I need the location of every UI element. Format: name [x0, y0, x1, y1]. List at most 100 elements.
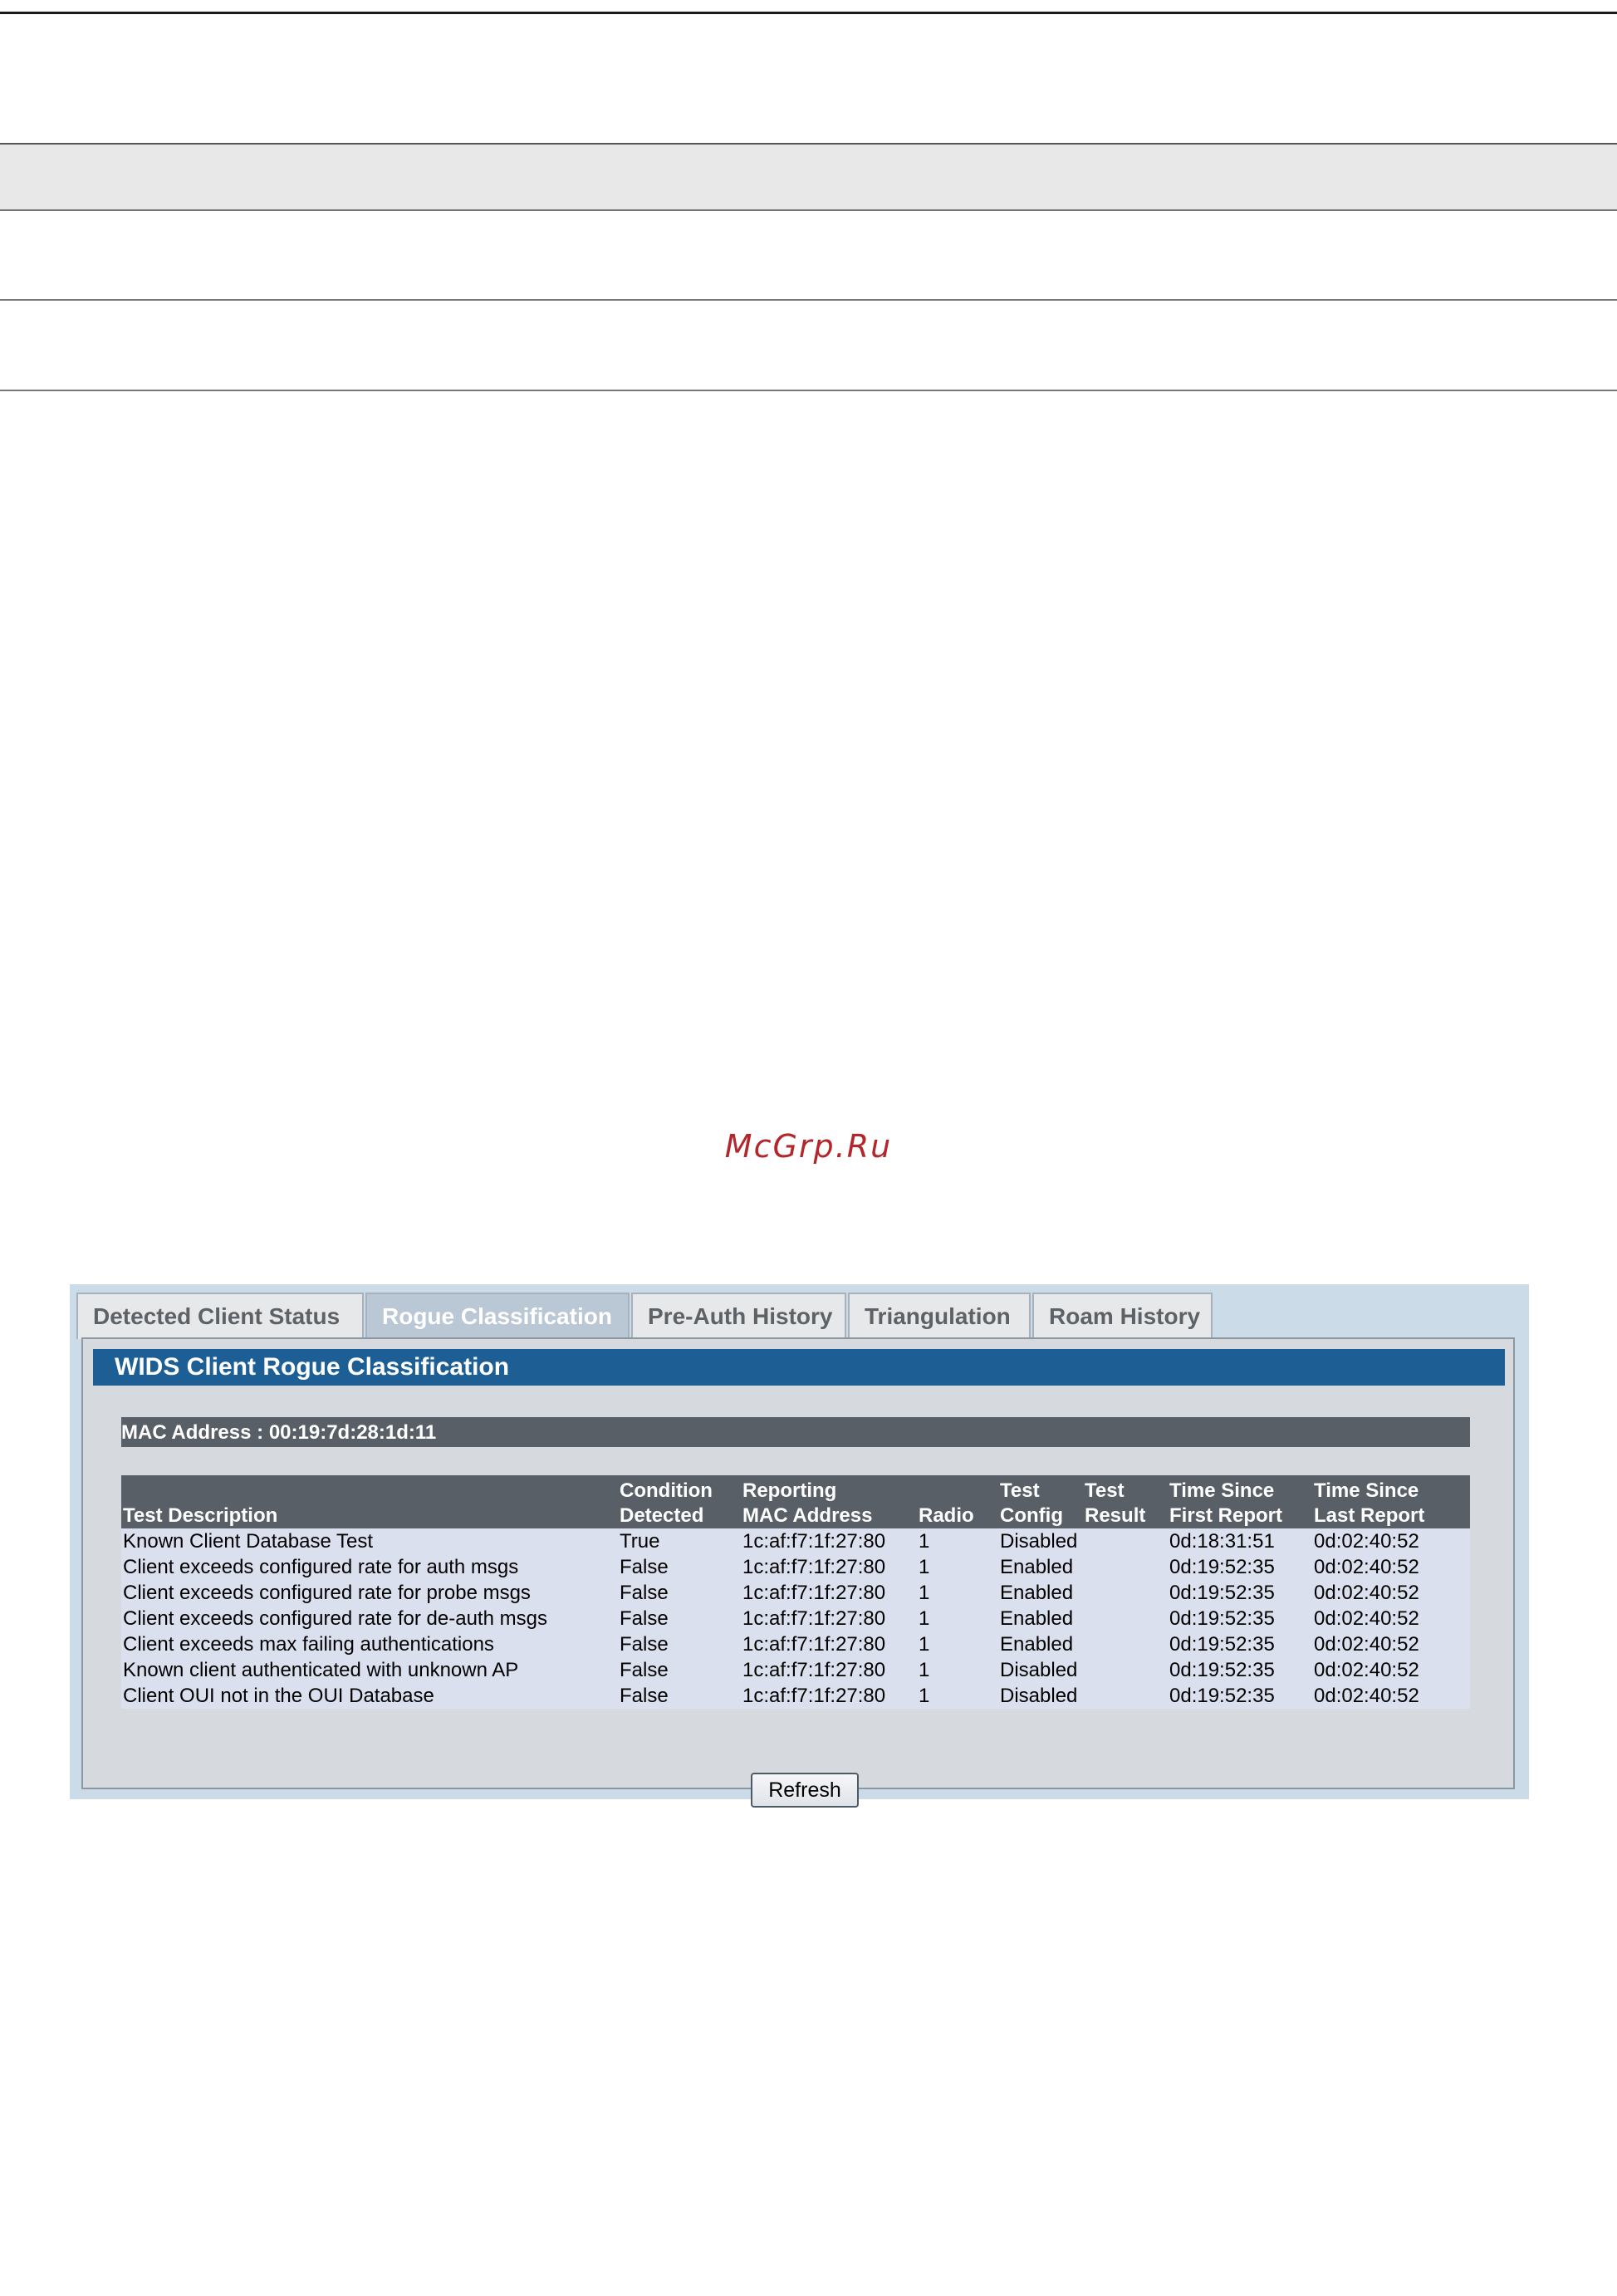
cell-text: Client OUI not in the OUI Database — [123, 1685, 434, 1707]
tab-roam-history[interactable]: Roam History — [1032, 1293, 1213, 1339]
table-cell: 1 — [917, 1631, 998, 1657]
cell-text: 1 — [919, 1685, 930, 1707]
cell-text: 1 — [919, 1530, 930, 1553]
table-row: Client exceeds configured rate for auth … — [121, 1554, 1470, 1580]
cell-text: Client exceeds max failing authenticatio… — [123, 1633, 494, 1656]
cell-text: Enabled — [1000, 1582, 1074, 1604]
table-cell: Enabled — [998, 1606, 1083, 1631]
table-cell: 1 — [917, 1528, 998, 1554]
table-cell: 0d:02:40:52 — [1312, 1606, 1470, 1631]
table-cell: 1 — [917, 1554, 998, 1580]
panel-title: WIDS Client Rogue Classification — [93, 1349, 1505, 1386]
table-cell: 0d:19:52:35 — [1168, 1657, 1312, 1683]
table-cell: False — [618, 1580, 741, 1606]
table-row: Client exceeds configured rate for de-au… — [121, 1606, 1470, 1631]
table-cell: 1c:af:f7:1f:27:80 — [741, 1657, 917, 1683]
cell-text: 1 — [919, 1582, 930, 1604]
divider-rule — [0, 390, 1617, 391]
table-cell: False — [618, 1683, 741, 1709]
column-header-line2: MAC Address — [742, 1504, 873, 1527]
cell-text: Client exceeds configured rate for auth … — [123, 1556, 519, 1578]
cell-text: False — [620, 1659, 669, 1681]
table-cell: 1 — [917, 1580, 998, 1606]
column-header-line2: Test Description — [123, 1504, 278, 1527]
cell-text: 0d:02:40:52 — [1314, 1633, 1419, 1656]
cell-text: Enabled — [1000, 1633, 1074, 1656]
cell-text: 1c:af:f7:1f:27:80 — [742, 1582, 886, 1604]
column-header-line1: Time Since — [1314, 1479, 1419, 1502]
table-cell: 0d:02:40:52 — [1312, 1631, 1470, 1657]
cell-text: True — [620, 1530, 660, 1553]
tab-pre-auth-history[interactable]: Pre-Auth History — [631, 1293, 846, 1339]
table-cell: False — [618, 1554, 741, 1580]
cell-text: False — [620, 1633, 669, 1656]
cell-text: 1c:af:f7:1f:27:80 — [742, 1659, 886, 1681]
table-cell: Known Client Database Test — [121, 1528, 618, 1554]
table-cell: 0d:02:40:52 — [1312, 1554, 1470, 1580]
column-header: Test Config — [998, 1475, 1083, 1528]
table-cell: 0d:19:52:35 — [1168, 1683, 1312, 1709]
table-cell: 1c:af:f7:1f:27:80 — [741, 1683, 917, 1709]
column-header: Time Since Last Report — [1312, 1475, 1470, 1528]
classification-table: Test Description Condition Detected Reporti… — [121, 1475, 1470, 1709]
tab-detected-client-status[interactable]: Detected Client Status — [76, 1293, 364, 1339]
column-header: Test Description — [121, 1475, 618, 1528]
table-cell: 0d:19:52:35 — [1168, 1554, 1312, 1580]
cell-text: Client exceeds configured rate for probe… — [123, 1582, 531, 1604]
classification-table-wrap: Test Description Condition Detected Reporti… — [121, 1475, 1470, 1709]
tab-bar: Detected Client Status Rogue Classificat… — [76, 1293, 1214, 1339]
table-cell: True — [618, 1528, 741, 1554]
table-cell: 0d:02:40:52 — [1312, 1528, 1470, 1554]
table-cell: False — [618, 1657, 741, 1683]
column-header-line2: Radio — [919, 1504, 974, 1527]
refresh-button[interactable]: Refresh — [751, 1773, 859, 1808]
table-cell: False — [618, 1606, 741, 1631]
watermark: McGrp.Ru — [724, 1128, 893, 1165]
table-cell: 1c:af:f7:1f:27:80 — [741, 1631, 917, 1657]
column-header-line2: Config — [1000, 1504, 1063, 1527]
column-header: Reporting MAC Address — [741, 1475, 917, 1528]
table-cell: Disabled — [998, 1683, 1083, 1709]
column-header: Condition Detected — [618, 1475, 741, 1528]
table-cell — [1083, 1528, 1168, 1554]
table-cell: Client exceeds configured rate for probe… — [121, 1580, 618, 1606]
table-cell: 1c:af:f7:1f:27:80 — [741, 1606, 917, 1631]
column-header-line1: Test — [1085, 1479, 1125, 1502]
cell-text: 1 — [919, 1659, 930, 1681]
mac-address-value: 00:19:7d:28:1d:11 — [268, 1421, 437, 1444]
table-cell: 0d:02:40:52 — [1312, 1683, 1470, 1709]
tab-triangulation[interactable]: Triangulation — [848, 1293, 1031, 1339]
tab-rogue-classification[interactable]: Rogue Classification — [365, 1293, 630, 1339]
cell-text: 0d:19:52:35 — [1169, 1659, 1275, 1681]
table-cell: Client exceeds configured rate for de-au… — [121, 1606, 618, 1631]
table-cell: Enabled — [998, 1554, 1083, 1580]
column-header-line1 — [919, 1479, 998, 1504]
table-cell: 0d:19:52:35 — [1168, 1631, 1312, 1657]
table-cell — [1083, 1683, 1168, 1709]
cell-text: 1c:af:f7:1f:27:80 — [742, 1685, 886, 1707]
table-cell — [1083, 1657, 1168, 1683]
header-band — [0, 143, 1617, 211]
column-header: Test Result — [1083, 1475, 1168, 1528]
table-header-row: Test Description Condition Detected Reporti… — [121, 1475, 1470, 1528]
column-header-line1: Time Since — [1169, 1479, 1275, 1502]
cell-text: Known client authenticated with unknown … — [123, 1659, 519, 1681]
cell-text: 0d:02:40:52 — [1314, 1607, 1419, 1630]
table-cell: Client exceeds max failing authenticatio… — [121, 1631, 618, 1657]
cell-text: 1 — [919, 1607, 930, 1630]
cell-text: 0d:02:40:52 — [1314, 1685, 1419, 1707]
cell-text: Disabled — [1000, 1659, 1078, 1681]
cell-text: Disabled — [1000, 1530, 1078, 1553]
table-cell: Disabled — [998, 1528, 1083, 1554]
table-cell: Known client authenticated with unknown … — [121, 1657, 618, 1683]
table-cell — [1083, 1554, 1168, 1580]
cell-text: False — [620, 1607, 669, 1630]
cell-text: 0d:19:52:35 — [1169, 1556, 1275, 1578]
table-row: Client OUI not in the OUI Database False 1… — [121, 1683, 1470, 1709]
table-row: Known client authenticated with unknown … — [121, 1657, 1470, 1683]
column-header-line2: Last Report — [1314, 1504, 1425, 1527]
cell-text: 0d:19:52:35 — [1169, 1685, 1275, 1707]
table-cell — [1083, 1606, 1168, 1631]
table-cell: 0d:19:52:35 — [1168, 1606, 1312, 1631]
cell-text: 0d:02:40:52 — [1314, 1659, 1419, 1681]
